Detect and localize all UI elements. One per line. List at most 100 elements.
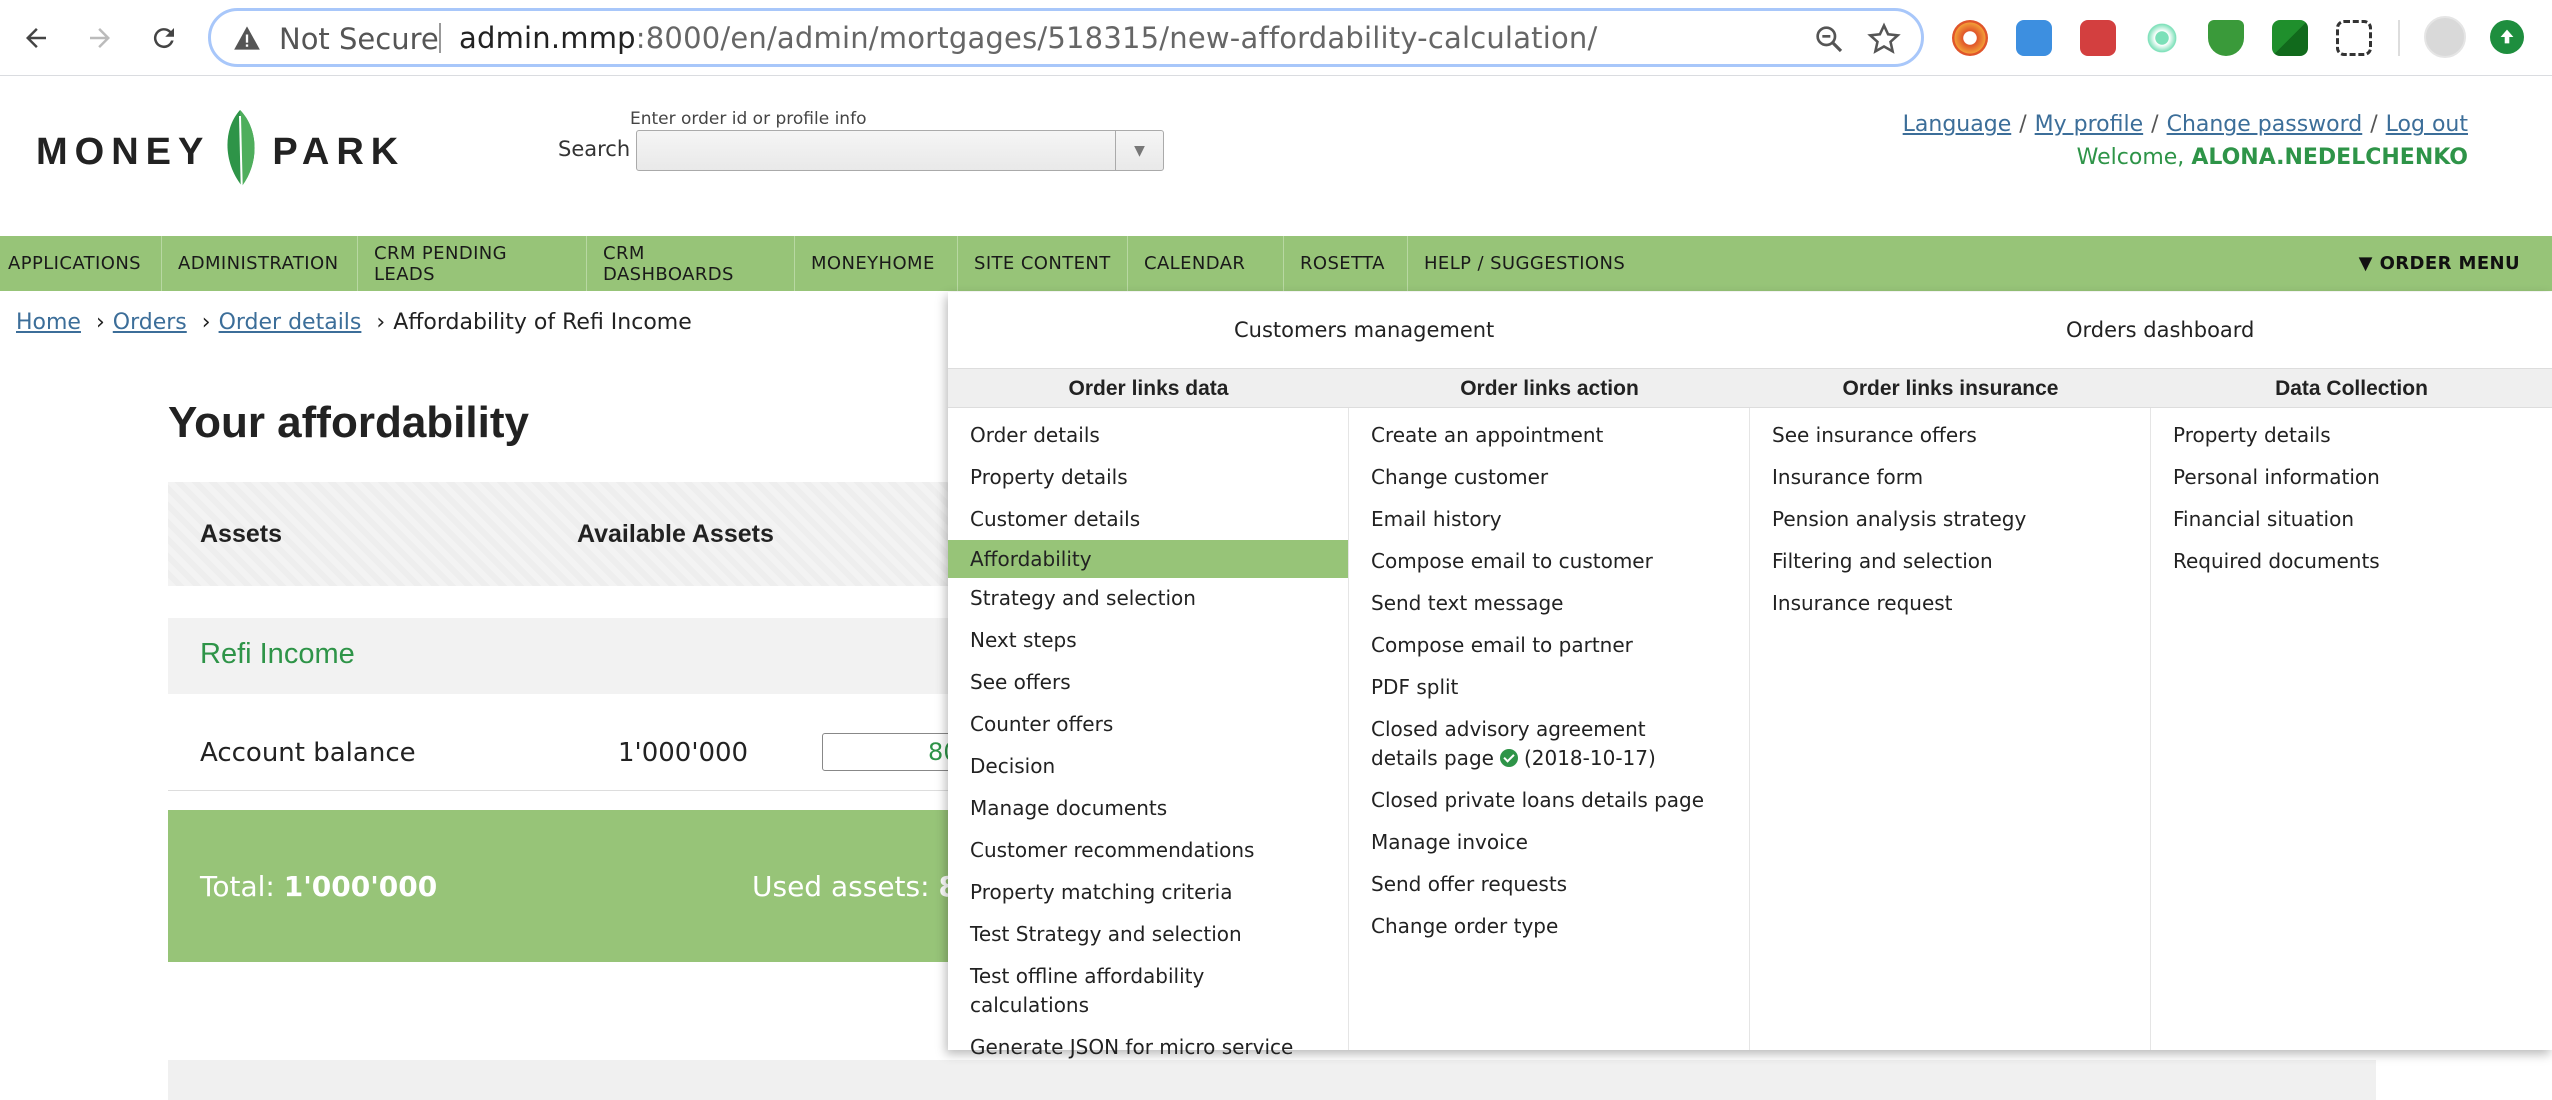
menu-item-counter-offers[interactable]: Counter offers	[948, 710, 1348, 739]
menu-item-closed-private-loans[interactable]: Closed private loans details page	[1349, 786, 1749, 815]
menu-item-strategy-selection[interactable]: Strategy and selection	[948, 584, 1348, 613]
menu-item-manage-invoice[interactable]: Manage invoice	[1349, 828, 1749, 857]
col-head-order-links-action: Order links action	[1460, 377, 1639, 400]
menu-item-property-matching-criteria[interactable]: Property matching criteria	[948, 878, 1348, 907]
breadcrumb-separator: ›	[95, 310, 105, 335]
order-menu-button[interactable]: ▼ ORDER MENU	[2359, 236, 2520, 291]
profile-avatar[interactable]	[2424, 16, 2466, 58]
nav-crm-dashboards[interactable]: CRM DASHBOARDS	[587, 236, 795, 291]
nav-applications[interactable]: APPLICATIONS	[0, 236, 162, 291]
col-head-order-links-insurance: Order links insurance	[1842, 377, 2059, 400]
order-menu-dropdown: Customers management Orders dashboard Or…	[948, 292, 2552, 1059]
col-head-order-links-data: Order links data	[1068, 377, 1229, 400]
menu-item-test-offline-affordability[interactable]: Test offline affordability calculations	[948, 962, 1348, 1020]
orders-dashboard-link[interactable]: Orders dashboard	[2066, 318, 2254, 342]
order-links-data-list: Order details Property details Customer …	[948, 408, 1349, 1059]
menu-item-see-offers[interactable]: See offers	[948, 668, 1348, 697]
menu-item-customer-recommendations[interactable]: Customer recommendations	[948, 836, 1348, 865]
zoom-icon[interactable]	[1813, 23, 1845, 55]
dropdown-arrow-icon[interactable]: ▼	[1115, 131, 1163, 170]
url-text[interactable]: admin.mmp:8000/en/admin/mortgages/518315…	[459, 21, 1597, 55]
nav-rosetta[interactable]: ROSETTA	[1284, 236, 1408, 291]
menu-item-pension-analysis-strategy[interactable]: Pension analysis strategy	[1750, 505, 2150, 534]
breadcrumb-current: Affordability of Refi Income	[393, 310, 692, 335]
nav-administration[interactable]: ADMINISTRATION	[162, 236, 358, 291]
menu-item-compose-email-partner[interactable]: Compose email to partner	[1349, 631, 1749, 660]
menu-item-generate-json[interactable]: Generate JSON for micro service	[948, 1033, 1348, 1062]
nav-help-suggestions[interactable]: HELP / SUGGESTIONS	[1408, 236, 1648, 291]
star-icon[interactable]	[1867, 22, 1901, 56]
breadcrumb-orders[interactable]: Orders	[113, 310, 187, 335]
extension-6-icon[interactable]	[2272, 20, 2308, 56]
footer-band	[168, 1060, 2376, 1100]
link-separator: /	[2151, 112, 2159, 137]
menu-item-change-customer[interactable]: Change customer	[1349, 463, 1749, 492]
menu-item-insurance-form[interactable]: Insurance form	[1750, 463, 2150, 492]
username: ALONA.NEDELCHENKO	[2191, 145, 2468, 170]
link-separator: /	[2370, 112, 2378, 137]
menu-item-property-details[interactable]: Property details	[948, 463, 1348, 492]
menu-item-order-details[interactable]: Order details	[948, 421, 1348, 450]
menu-item-dc-property-details[interactable]: Property details	[2151, 421, 2552, 450]
browser-toolbar: Not Secure admin.mmp:8000/en/admin/mortg…	[0, 0, 2552, 76]
menu-item-personal-information[interactable]: Personal information	[2151, 463, 2552, 492]
reload-button[interactable]	[140, 14, 188, 62]
breadcrumb-order-details[interactable]: Order details	[219, 310, 362, 335]
breadcrumb-home[interactable]: Home	[16, 310, 81, 335]
menu-item-closed-advisory-agreement[interactable]: Closed advisory agreement details page (2…	[1349, 715, 1749, 773]
col-assets: Assets	[200, 520, 282, 548]
extension-7-icon[interactable]	[2336, 20, 2372, 56]
search-hint: Enter order id or profile info	[630, 109, 867, 129]
menu-item-filtering-selection[interactable]: Filtering and selection	[1750, 547, 2150, 576]
search-label: Search	[558, 137, 631, 161]
reload-icon	[153, 28, 174, 49]
total-value: 1'000'000	[283, 870, 438, 903]
breadcrumb-separator: ›	[201, 310, 211, 335]
menu-item-test-strategy-selection[interactable]: Test Strategy and selection	[948, 920, 1348, 949]
welcome-message: Welcome, ALONA.NEDELCHENKO	[2077, 145, 2468, 170]
menu-item-pdf-split[interactable]: PDF split	[1349, 673, 1749, 702]
extension-4-icon[interactable]	[2144, 20, 2180, 56]
nav-site-content[interactable]: SITE CONTENT	[958, 236, 1128, 291]
total-text: Total: 1'000'000	[200, 870, 437, 903]
update-button[interactable]	[2490, 20, 2524, 54]
extension-5-icon[interactable]	[2208, 20, 2244, 56]
nav-moneyhome[interactable]: MONEYHOME	[795, 236, 958, 291]
address-bar[interactable]: Not Secure admin.mmp:8000/en/admin/mortg…	[208, 8, 1924, 67]
data-collection-list: Property details Personal information Fi…	[2151, 408, 2552, 1050]
extension-3-icon[interactable]	[2080, 20, 2116, 56]
leaf-icon	[227, 110, 255, 198]
forward-button[interactable]	[76, 14, 124, 62]
menu-item-next-steps[interactable]: Next steps	[948, 626, 1348, 655]
menu-item-affordability[interactable]: Affordability	[948, 540, 1348, 578]
menu-item-insurance-request[interactable]: Insurance request	[1750, 589, 2150, 618]
nav-calendar[interactable]: CALENDAR	[1128, 236, 1284, 291]
language-link[interactable]: Language	[1903, 112, 2012, 137]
change-password-link[interactable]: Change password	[2167, 112, 2363, 137]
nav-crm-pending-leads[interactable]: CRM PENDING LEADS	[358, 236, 587, 291]
menu-item-compose-email-customer[interactable]: Compose email to customer	[1349, 547, 1749, 576]
menu-item-financial-situation[interactable]: Financial situation	[2151, 505, 2552, 534]
menu-item-change-order-type[interactable]: Change order type	[1349, 912, 1749, 941]
log-out-link[interactable]: Log out	[2386, 112, 2468, 137]
extension-2-icon[interactable]	[2016, 20, 2052, 56]
arrow-up-icon	[2500, 29, 2514, 44]
moneypark-logo[interactable]: MONEY PARK	[36, 108, 405, 198]
menu-item-decision[interactable]: Decision	[948, 752, 1348, 781]
search-select[interactable]: ▼	[636, 130, 1164, 171]
back-button[interactable]	[12, 14, 60, 62]
menu-item-see-insurance-offers[interactable]: See insurance offers	[1750, 421, 2150, 450]
extension-1-icon[interactable]	[1952, 20, 1988, 56]
menu-item-send-offer-requests[interactable]: Send offer requests	[1349, 870, 1749, 899]
menu-item-send-text-message[interactable]: Send text message	[1349, 589, 1749, 618]
address-divider	[439, 23, 441, 53]
row-label: Account balance	[200, 738, 416, 768]
menu-item-customer-details[interactable]: Customer details	[948, 505, 1348, 534]
menu-item-required-documents[interactable]: Required documents	[2151, 547, 2552, 576]
my-profile-link[interactable]: My profile	[2035, 112, 2144, 137]
menu-item-email-history[interactable]: Email history	[1349, 505, 1749, 534]
menu-item-create-appointment[interactable]: Create an appointment	[1349, 421, 1749, 450]
menu-item-manage-documents[interactable]: Manage documents	[948, 794, 1348, 823]
not-secure-label: Not Secure	[279, 22, 439, 56]
customers-management-link[interactable]: Customers management	[1234, 318, 1494, 342]
